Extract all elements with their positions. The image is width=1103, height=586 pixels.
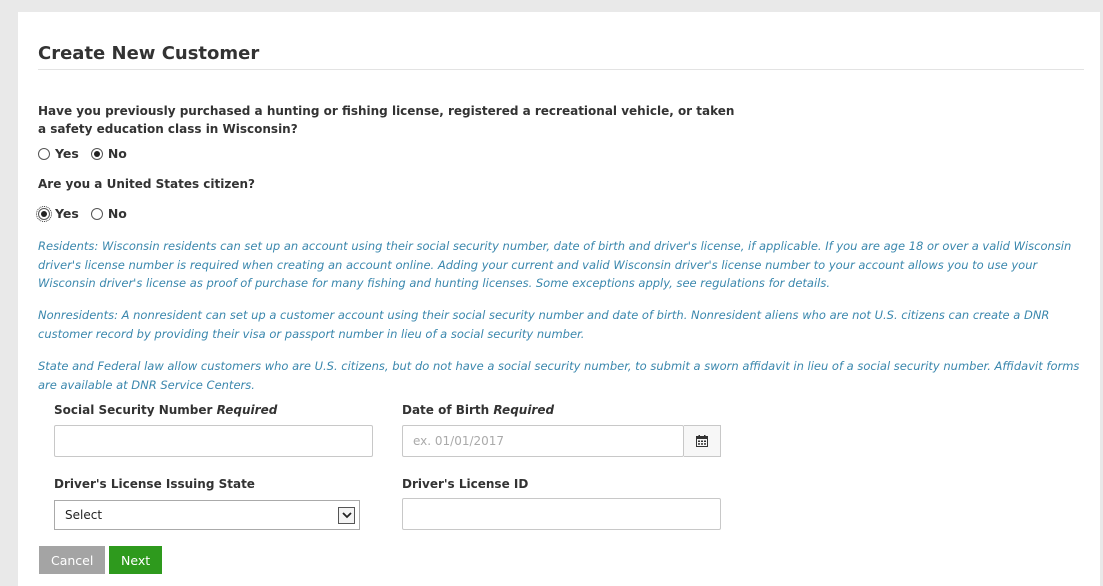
ssn-input[interactable] — [54, 425, 373, 457]
title-divider — [38, 69, 1084, 70]
radio-button[interactable] — [90, 207, 103, 220]
info-nonresidents: Nonresidents: A nonresident can set up a… — [38, 308, 1050, 341]
chevron-down-icon — [338, 506, 355, 524]
radio-button[interactable] — [90, 147, 103, 160]
radio-button[interactable] — [36, 205, 52, 222]
radio-group-us-citizen: Yes No — [36, 205, 133, 222]
radio-q1-no[interactable]: No — [90, 146, 127, 161]
radio-label: Yes — [55, 146, 79, 161]
page-title: Create New Customer — [38, 43, 260, 64]
info-affidavit: State and Federal law allow customers wh… — [38, 359, 1080, 392]
radio-label: No — [107, 206, 127, 221]
required-tag: Required — [493, 403, 555, 417]
radio-button[interactable] — [38, 147, 50, 160]
radio-q2-yes[interactable]: Yes — [36, 205, 79, 222]
radio-q1-yes[interactable]: Yes — [38, 146, 79, 161]
required-tag: Required — [216, 403, 278, 417]
radio-q2-no[interactable]: No — [90, 206, 127, 221]
dl-state-select[interactable]: Select — [54, 500, 360, 530]
question-previous-purchase: Have you previously purchased a hunting … — [38, 104, 735, 136]
radio-label: No — [107, 146, 127, 161]
dl-state-selected: Select — [65, 508, 103, 522]
calendar-button[interactable] — [684, 425, 721, 457]
form-panel: Create New Customer Have you previously … — [18, 12, 1100, 586]
radio-label: Yes — [55, 206, 79, 221]
ssn-label: Social Security Number Required — [54, 403, 277, 417]
info-residents: Residents: Wisconsin residents can set u… — [38, 239, 1072, 290]
dl-id-label: Driver's License ID — [402, 477, 529, 491]
dob-input[interactable] — [402, 425, 684, 457]
dob-label-text: Date of Birth — [402, 403, 490, 417]
next-button[interactable]: Next — [109, 546, 163, 574]
dl-state-label: Driver's License Issuing State — [54, 477, 255, 491]
dl-id-input[interactable] — [402, 498, 721, 530]
radio-group-previous-purchase: Yes No — [38, 146, 133, 161]
calendar-icon — [696, 435, 708, 447]
ssn-label-text: Social Security Number — [54, 403, 213, 417]
dob-label: Date of Birth Required — [402, 403, 554, 417]
question-us-citizen: Are you a United States citizen? — [38, 177, 256, 191]
cancel-button[interactable]: Cancel — [39, 546, 106, 574]
